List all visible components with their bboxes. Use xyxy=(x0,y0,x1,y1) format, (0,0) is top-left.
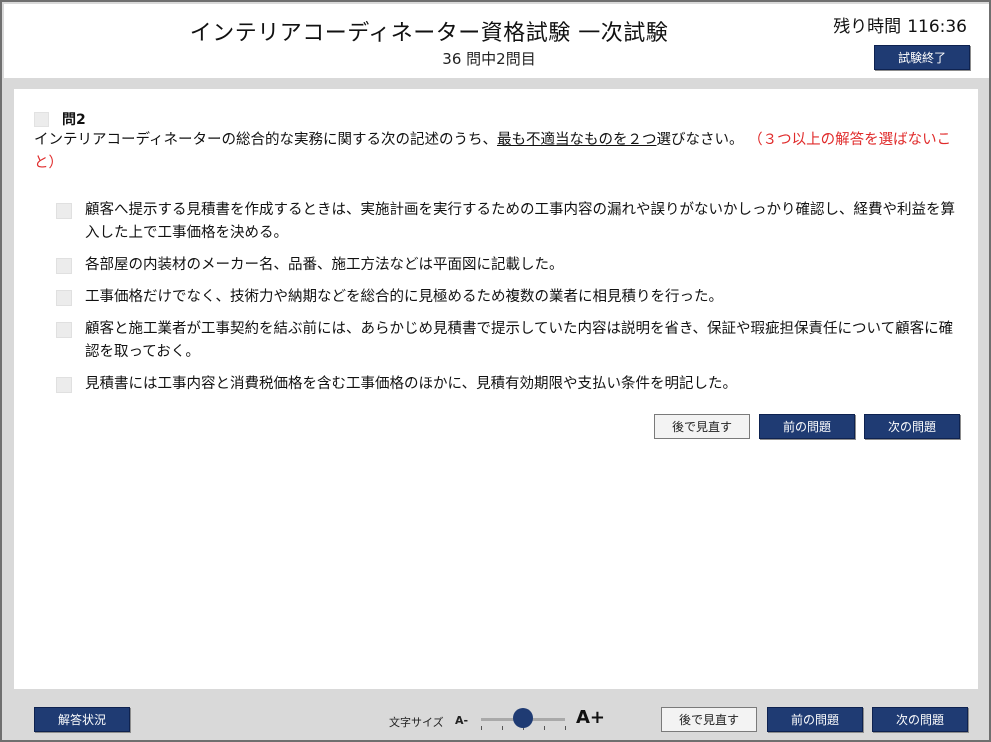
exam-footer: 解答状況 文字サイズ A- A+ 後で見直す 前の問題 次の問題 xyxy=(4,698,989,740)
end-exam-button[interactable]: 試験終了 xyxy=(874,45,970,70)
slider-tick xyxy=(544,726,545,730)
option-checkbox[interactable] xyxy=(56,203,72,219)
question-progress: 36 問中2問目 xyxy=(442,50,536,68)
slider-tick xyxy=(565,726,566,730)
exam-window: インテリアコーディネーター資格試験 一次試験 36 問中2問目 残り時間 116:… xyxy=(0,0,991,742)
option-text: 顧客へ提示する見積書を作成するときは、実施計画を実行するための工事内容の漏れや誤… xyxy=(85,202,955,241)
footer-review-later-button[interactable]: 後で見直す xyxy=(661,707,757,732)
option-checkbox[interactable] xyxy=(56,258,72,274)
timer-label: 残り時間 xyxy=(833,17,902,37)
option-text: 各部屋の内装材のメーカー名、品番、施工方法などは平面図に記載した。 xyxy=(85,257,564,273)
answer-option-3[interactable]: 工事価格だけでなく、技術力や納期などを総合的に見極めるため複数の業者に相見積りを… xyxy=(56,286,956,309)
answer-option-5[interactable]: 見積書には工事内容と消費税価格を含む工事価格のほかに、見積有効期限や支払い条件を… xyxy=(56,373,956,396)
answer-option-4[interactable]: 顧客と施工業者が工事契約を結ぶ前には、あらかじめ見積書で提示していた内容は説明を… xyxy=(56,318,956,364)
font-decrease-button[interactable]: A- xyxy=(455,714,468,727)
answer-options: 顧客へ提示する見積書を作成するときは、実施計画を実行するための工事内容の漏れや誤… xyxy=(56,199,956,405)
question-text-part1: インテリアコーディネーターの総合的な実務に関する次の記述のうち、 xyxy=(34,132,497,148)
option-checkbox[interactable] xyxy=(56,290,72,306)
font-size-label: 文字サイズ xyxy=(389,716,444,729)
footer-prev-question-button[interactable]: 前の問題 xyxy=(767,707,863,732)
question-nav-buttons: 後で見直す 前の問題 次の問題 xyxy=(654,414,960,439)
option-checkbox[interactable] xyxy=(56,322,72,338)
timer-value: 116:36 xyxy=(907,17,967,37)
slider-tick xyxy=(481,726,482,730)
question-text-part2: 選びなさい。 xyxy=(656,132,744,148)
font-size-slider-knob[interactable] xyxy=(513,708,533,728)
review-later-button[interactable]: 後で見直す xyxy=(654,414,750,439)
font-size-control: 文字サイズ A- A+ xyxy=(389,702,609,736)
footer-next-question-button[interactable]: 次の問題 xyxy=(872,707,968,732)
question-text-emphasis: 最も不適当なものを２つ xyxy=(496,132,657,148)
answer-option-2[interactable]: 各部屋の内装材のメーカー名、品番、施工方法などは平面図に記載した。 xyxy=(56,254,956,277)
question-text: インテリアコーディネーターの総合的な実務に関する次の記述のうち、最も不適当なもの… xyxy=(34,129,954,175)
question-panel: 問2 インテリアコーディネーターの総合的な実務に関する次の記述のうち、最も不適当… xyxy=(14,89,978,689)
exam-title: インテリアコーディネーター資格試験 一次試験 xyxy=(189,21,669,46)
slider-tick xyxy=(502,726,503,730)
option-text: 顧客と施工業者が工事契約を結ぶ前には、あらかじめ見積書で提示していた内容は説明を… xyxy=(85,321,954,360)
exam-header: インテリアコーディネーター資格試験 一次試験 36 問中2問目 残り時間 116:… xyxy=(4,4,989,78)
font-increase-button[interactable]: A+ xyxy=(576,707,605,728)
remaining-time: 残り時間 116:36 xyxy=(833,12,967,37)
question-header: 問2 xyxy=(34,109,86,129)
option-text: 見積書には工事内容と消費税価格を含む工事価格のほかに、見積有効期限や支払い条件を… xyxy=(85,376,738,392)
option-text: 工事価格だけでなく、技術力や納期などを総合的に見極めるため複数の業者に相見積りを… xyxy=(85,289,723,305)
prev-question-button[interactable]: 前の問題 xyxy=(759,414,855,439)
answer-status-button[interactable]: 解答状況 xyxy=(34,707,130,732)
question-number: 問2 xyxy=(62,112,86,128)
review-flag-checkbox[interactable] xyxy=(34,111,49,127)
option-checkbox[interactable] xyxy=(56,377,72,393)
answer-option-1[interactable]: 顧客へ提示する見積書を作成するときは、実施計画を実行するための工事内容の漏れや誤… xyxy=(56,199,956,245)
next-question-button[interactable]: 次の問題 xyxy=(864,414,960,439)
